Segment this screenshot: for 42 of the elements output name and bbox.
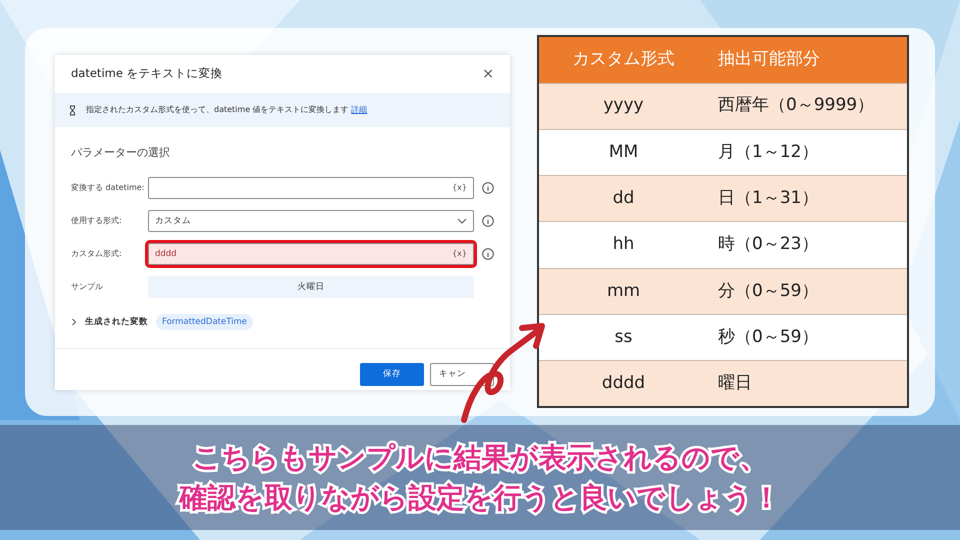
text-field[interactable]: dddd {x}: [148, 243, 474, 265]
table-cell: 時（0～23）: [708, 222, 908, 268]
chevron-down-icon: [457, 218, 467, 224]
table-cell: dd: [538, 176, 708, 222]
table-cell: mm: [538, 268, 708, 314]
description-text: 指定されたカスタム形式を使って、datetime 値をテキストに変換します 詳細: [86, 104, 368, 116]
table-cell: 西暦年（0～9999）: [708, 83, 908, 130]
table-cell: hh: [538, 222, 708, 268]
dropdown[interactable]: カスタム: [148, 210, 474, 232]
field-label: 変換する datetime:: [71, 182, 146, 194]
info-icon[interactable]: [482, 215, 494, 227]
field-label: 使用する形式:: [71, 215, 123, 227]
details-link[interactable]: 詳細: [351, 105, 368, 114]
caption-text: こちらもサンプルに結果が表示されるので、: [192, 440, 768, 476]
variable-button[interactable]: {x}: [452, 182, 467, 194]
table-cell: 秒（0～59）: [708, 314, 908, 361]
hourglass-icon: [69, 104, 76, 116]
table-cell: dddd: [538, 360, 708, 408]
table-cell: 曜日: [708, 360, 908, 408]
variable-button[interactable]: {x}: [452, 248, 467, 260]
dialog-title: datetime をテキストに変換: [71, 65, 223, 82]
info-icon[interactable]: [482, 248, 494, 260]
table-cell: 分（0～59）: [708, 268, 908, 314]
caption-text: 確認を取りながら設定を行うと良いでしょう！: [180, 480, 780, 516]
info-icon[interactable]: [482, 182, 494, 194]
save-button[interactable]: 保存: [360, 363, 424, 386]
section-label: 生成された変数: [85, 316, 148, 328]
table-cell: 月（1～12）: [708, 129, 908, 176]
chevron-right-icon[interactable]: [71, 318, 77, 326]
column-header: カスタム形式: [538, 36, 708, 83]
table-cell: ss: [538, 314, 708, 361]
close-button[interactable]: ×: [482, 64, 494, 84]
section-title: パラメーターの選択: [70, 145, 171, 161]
column-header: 抽出可能部分: [708, 36, 908, 83]
field-label: カスタム形式:: [71, 248, 123, 260]
sample-output: 火曜日: [148, 276, 474, 298]
field-label: サンプル: [71, 281, 104, 293]
text-field[interactable]: {x}: [148, 177, 474, 199]
table-cell: 日（1～31）: [708, 176, 908, 222]
table-cell: yyyy: [538, 83, 708, 130]
variable-chip[interactable]: FormattedDateTime: [156, 314, 254, 330]
table-cell: MM: [538, 129, 708, 176]
